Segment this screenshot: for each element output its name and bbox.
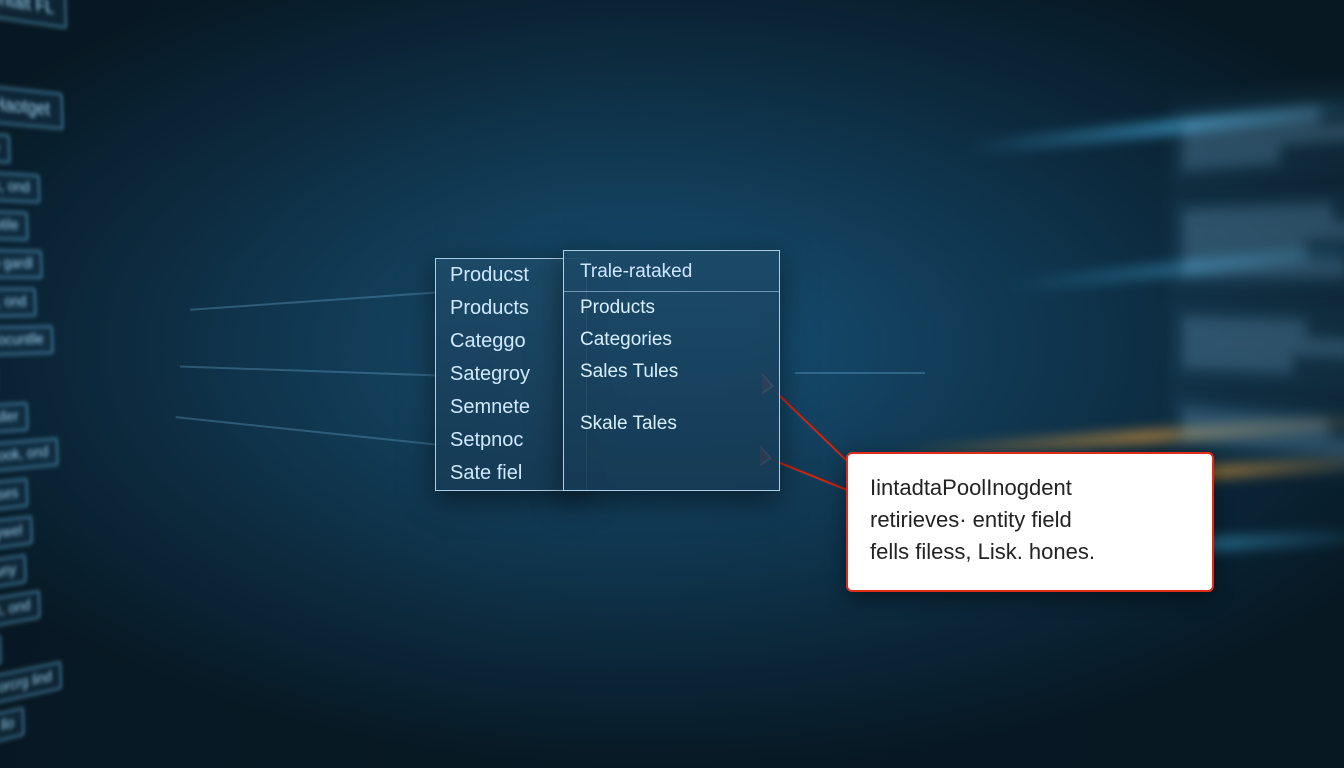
menu-item-categories[interactable]: Categories [564, 324, 779, 356]
schema-chip: Collary, ond [0, 288, 37, 318]
menu-item-skale[interactable]: Skale Tales [564, 408, 779, 440]
schema-chip: ehealmentalt FL [0, 0, 67, 29]
schema-chip: Lap-usller [0, 402, 29, 437]
tooltip-callout: IintadtaPoolInogdent retirieves· entity … [846, 452, 1214, 592]
tooltip-text: IintadtaPoolInogdent [870, 475, 1072, 500]
dropdown-header: Trale-rataked [564, 251, 779, 292]
schema-chip: Lop-lsek, ond [0, 590, 41, 637]
schema-chip: salling: orcrg lind [0, 661, 62, 716]
dropdown-stack: Producst Products Categgo Sategroy Semne… [435, 258, 780, 491]
menu-item-products[interactable]: Products [564, 292, 779, 324]
schema-chip: Low. Rocuntlle [0, 326, 54, 358]
schema-block [1173, 304, 1344, 398]
schema-chip: Lob fap gardl [0, 248, 43, 278]
schema-chip: al. Colouny [0, 554, 27, 597]
dropdown-front-pane[interactable]: Trale-rataked Products Categories Sales … [563, 250, 780, 491]
schema-chip: Lop seutile [0, 208, 29, 240]
schema-chip: ttollunt [0, 635, 2, 676]
schema-block [1173, 76, 1344, 184]
menu-item-sales[interactable]: Sales Tules [564, 356, 779, 388]
schema-chip: Lop-lglaywel [0, 516, 33, 558]
right-schema-panel [1173, 60, 1344, 500]
schema-chip: nl. callle [0, 129, 10, 164]
connector-line [795, 372, 925, 374]
tooltip-text: fells filess, Lisk. hones. [870, 539, 1095, 564]
schema-chip: Lab-ask, ond [0, 169, 40, 204]
schema-chip: ysthat, Haotget [0, 78, 63, 130]
schema-block [1173, 182, 1344, 292]
tooltip-text: retirieves· entity field [870, 507, 1072, 532]
schema-chip: vy Cnstlises [0, 478, 29, 517]
schema-chip: Lab. Look, ond [0, 438, 58, 477]
